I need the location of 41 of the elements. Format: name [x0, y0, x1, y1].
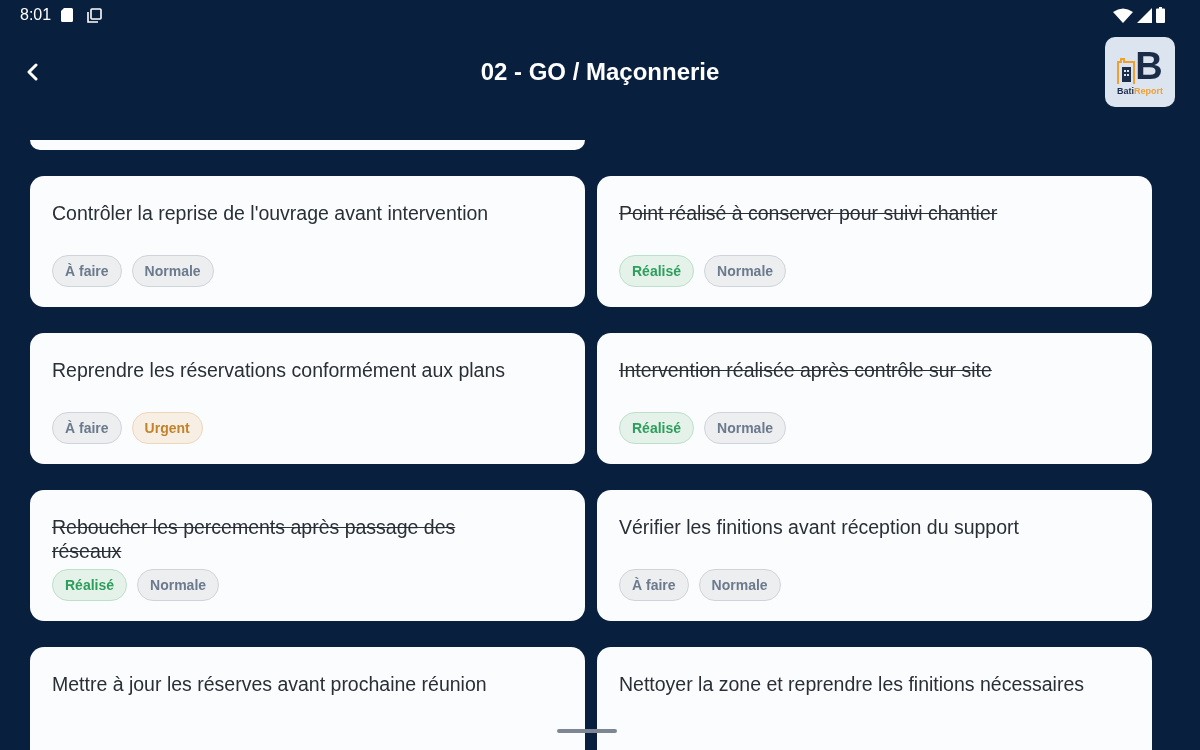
task-card[interactable]: Intervention réalisée après contrôle sur site Réalisé Normale — [597, 333, 1152, 464]
task-title: Mettre à jour les réserves avant prochaine réunion — [52, 672, 488, 697]
task-title: Reboucher les percements après passage des réseaux — [52, 515, 457, 563]
task-title: Vérifier les finitions avant réception du support — [619, 515, 1020, 540]
task-title: Nettoyer la zone et reprendre les finitions nécessaires — [619, 672, 1085, 697]
tag-chip: Urgent — [131, 412, 203, 444]
task-card[interactable]: Vérifier les finitions avant réception du support À faire Normale — [597, 490, 1152, 621]
tag-chip: Réalisé — [52, 569, 128, 601]
tag-chip: Normale — [704, 255, 787, 287]
task-card[interactable]: Nettoyer la zone et reprendre les finitions nécessaires — [597, 647, 1152, 750]
logo-monogram: B — [1135, 47, 1163, 84]
sd-card-icon — [61, 8, 74, 22]
gesture-handle[interactable] — [557, 729, 617, 733]
task-title: Point réalisé à conserver pour suivi chantier — [619, 201, 999, 226]
task-card[interactable]: Mettre à jour les réserves avant prochaine réunion — [30, 647, 585, 750]
task-card[interactable]: Point réalisé à conserver pour suivi chantier Réalisé Normale — [597, 176, 1152, 307]
status-time: 8:01 — [20, 6, 52, 24]
task-card[interactable]: Contrôler la reprise de l'ouvrage avant intervention À faire Normale — [30, 176, 585, 307]
task-title: Intervention réalisée après contrôle sur site — [619, 358, 993, 383]
tag-chip: Normale — [698, 569, 781, 601]
copy-icon — [87, 7, 103, 23]
tag-chip: Réalisé — [619, 412, 695, 444]
battery-icon — [1156, 7, 1165, 23]
tag-chip: À faire — [619, 569, 689, 601]
tag-chip: À faire — [52, 412, 122, 444]
wifi-icon — [1113, 7, 1133, 23]
back-icon[interactable] — [26, 63, 38, 81]
task-title: Contrôler la reprise de l'ouvrage avant intervention — [52, 201, 490, 226]
task-card[interactable]: Reprendre les réservations conformément aux plans À faire Urgent — [30, 333, 585, 464]
task-card[interactable]: Reboucher les percements après passage des réseaux Réalisé Normale — [30, 490, 585, 621]
tag-chip: À faire — [52, 255, 122, 287]
task-card[interactable] — [30, 140, 585, 150]
signal-icon — [1137, 7, 1152, 23]
tag-chip: Normale — [137, 569, 220, 601]
tag-chip: Normale — [131, 255, 214, 287]
tag-chip: Normale — [704, 412, 787, 444]
building-icon — [1117, 57, 1136, 84]
logo-wordmark: BatiReport — [1117, 85, 1163, 97]
screen-title: 02 - GO / Maçonnerie — [480, 57, 720, 87]
tag-chip: Réalisé — [619, 255, 695, 287]
task-title: Reprendre les réservations conformément aux plans — [52, 358, 507, 383]
